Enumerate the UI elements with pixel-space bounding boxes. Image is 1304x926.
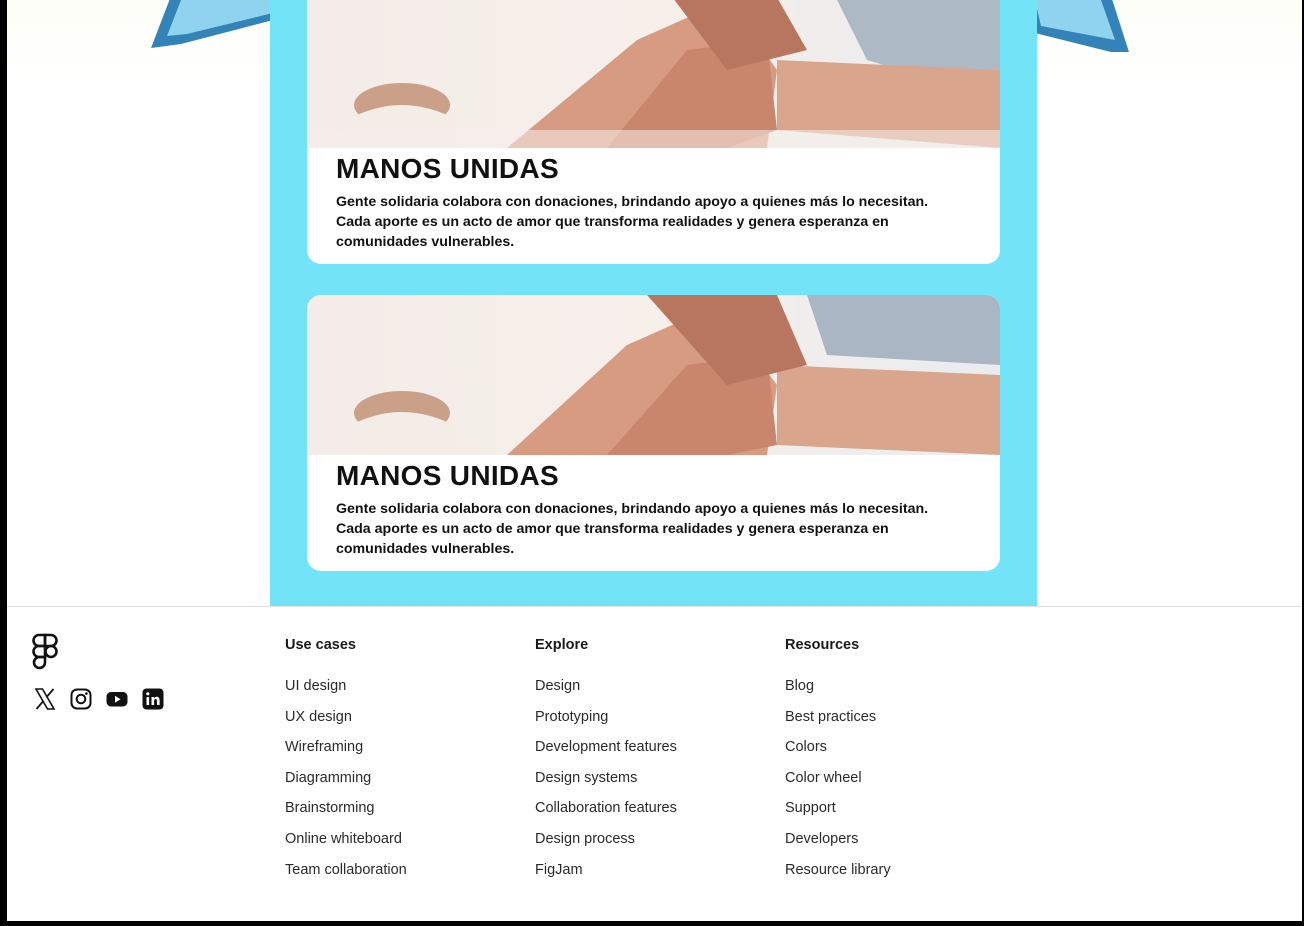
hands-photo	[307, 295, 1000, 455]
cards-panel: MANOS UNIDAS Gente solidaria colabora co…	[270, 0, 1037, 606]
figma-logo-icon[interactable]	[32, 633, 58, 671]
footer-link[interactable]: Team collaboration	[285, 861, 407, 892]
footer-link[interactable]: UI design	[285, 677, 407, 708]
footer-link[interactable]: Design process	[535, 830, 677, 861]
card-description: Gente solidaria colabora con donaciones,…	[336, 194, 929, 250]
x-icon[interactable]	[33, 687, 57, 711]
social-links	[33, 687, 165, 711]
footer-column-resources: Resources Blog Best practices Colors Col…	[785, 637, 891, 891]
decor-shape-right	[1031, 0, 1129, 52]
footer-link[interactable]: Blog	[785, 677, 891, 708]
linkedin-icon[interactable]	[141, 687, 165, 711]
donation-card[interactable]: MANOS UNIDAS Gente solidaria colabora co…	[307, 0, 1000, 264]
footer-heading: Explore	[535, 637, 589, 653]
site-footer: Use cases UI design UX design Wireframin…	[7, 606, 1302, 921]
footer-link[interactable]: Prototyping	[535, 708, 677, 739]
footer-link[interactable]: Resource library	[785, 861, 891, 892]
donation-card[interactable]: MANOS UNIDAS Gente solidaria colabora co…	[307, 295, 1000, 571]
decor-shape-left	[151, 0, 281, 48]
footer-heading: Use cases	[285, 637, 356, 653]
footer-link[interactable]: Design systems	[535, 769, 677, 800]
footer-link[interactable]: Design	[535, 677, 677, 708]
footer-link[interactable]: Colors	[785, 738, 891, 769]
footer-heading: Resources	[785, 637, 860, 653]
footer-link[interactable]: Wireframing	[285, 738, 407, 769]
instagram-icon[interactable]	[69, 687, 93, 711]
page-frame: MANOS UNIDAS Gente solidaria colabora co…	[7, 0, 1302, 921]
footer-link[interactable]: Support	[785, 799, 891, 830]
footer-link[interactable]: Diagramming	[285, 769, 407, 800]
footer-link[interactable]: FigJam	[535, 861, 677, 892]
footer-link[interactable]: Best practices	[785, 708, 891, 739]
card-description: Gente solidaria colabora con donaciones,…	[336, 501, 929, 557]
footer-link[interactable]: Developers	[785, 830, 891, 861]
youtube-icon[interactable]	[105, 687, 129, 711]
footer-column-use-cases: Use cases UI design UX design Wireframin…	[285, 637, 407, 891]
footer-link[interactable]: Development features	[535, 738, 677, 769]
card-title: MANOS UNIDAS	[336, 153, 559, 184]
footer-link[interactable]: Color wheel	[785, 769, 891, 800]
footer-link[interactable]: Brainstorming	[285, 799, 407, 830]
footer-link[interactable]: Collaboration features	[535, 799, 677, 830]
footer-link[interactable]: UX design	[285, 708, 407, 739]
card-title: MANOS UNIDAS	[336, 460, 559, 491]
hands-photo	[307, 0, 1000, 148]
footer-link[interactable]: Online whiteboard	[285, 830, 407, 861]
footer-column-explore: Explore Design Prototyping Development f…	[535, 637, 677, 891]
